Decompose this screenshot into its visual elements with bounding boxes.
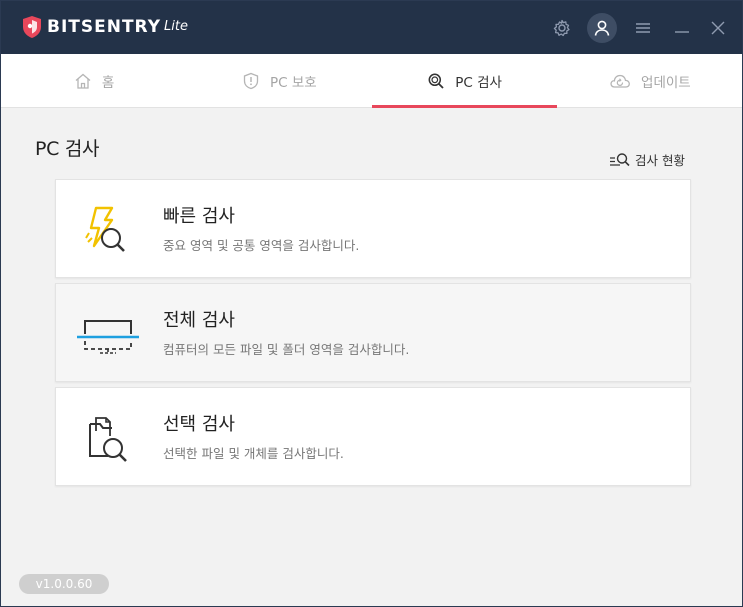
tab-update[interactable]: 업데이트: [557, 54, 742, 107]
title-bar: BITSENTRY Lite: [1, 1, 742, 54]
tab-label: PC 검사: [455, 74, 502, 91]
brand-name: BITSENTRY: [47, 17, 162, 37]
custom-scan-card[interactable]: 선택 검사 선택한 파일 및 개체를 검사합니다.: [55, 387, 691, 486]
custom-scan-icon: [89, 417, 127, 462]
card-description: 중요 영역 및 공통 영역을 검사합니다.: [163, 238, 360, 253]
scan-status-label: 검사 현황: [635, 153, 685, 168]
quick-scan-icon: [85, 206, 125, 252]
user-icon[interactable]: [587, 13, 617, 43]
card-description: 선택한 파일 및 개체를 검사합니다.: [163, 446, 344, 461]
logo-shield-icon: [23, 16, 41, 38]
full-scan-icon: [77, 320, 139, 354]
scan-status-icon: [610, 152, 630, 166]
brand-suffix: Lite: [164, 18, 188, 34]
close-icon[interactable]: [704, 14, 732, 42]
main-tabs: 홈 PC 보호 PC 검사 업데이트: [1, 54, 742, 108]
tab-label: PC 보호: [270, 74, 317, 91]
tab-label: 홈: [101, 74, 115, 91]
tab-pc-protect[interactable]: PC 보호: [186, 54, 371, 107]
cloud-update-icon: [608, 71, 632, 91]
card-title: 빠른 검사: [163, 206, 235, 227]
app-logo: BITSENTRY Lite: [21, 15, 188, 39]
app-window: BITSENTRY Lite 홈 PC 보호 PC 검사 업데이트 PC 검사 …: [0, 0, 743, 607]
card-title: 전체 검사: [163, 310, 235, 331]
card-description: 컴퓨터의 모든 파일 및 폴더 영역을 검사합니다.: [163, 342, 410, 357]
search-icon: [426, 71, 446, 91]
tab-home[interactable]: 홈: [1, 54, 186, 107]
minimize-icon[interactable]: [668, 14, 696, 42]
tab-pc-scan[interactable]: PC 검사: [371, 54, 558, 108]
page-title: PC 검사: [35, 138, 100, 160]
scan-status-link[interactable]: 검사 현황: [609, 150, 685, 169]
card-title: 선택 검사: [163, 414, 235, 435]
quick-scan-card[interactable]: 빠른 검사 중요 영역 및 공통 영역을 검사합니다.: [55, 179, 691, 278]
shield-icon: [241, 71, 261, 91]
full-scan-card[interactable]: 전체 검사 컴퓨터의 모든 파일 및 폴더 영역을 검사합니다.: [55, 283, 691, 382]
version-badge: v1.0.0.60: [19, 574, 109, 594]
tab-label: 업데이트: [641, 74, 691, 91]
gear-icon[interactable]: [548, 14, 576, 42]
menu-icon[interactable]: [629, 14, 657, 42]
home-icon: [73, 71, 93, 91]
